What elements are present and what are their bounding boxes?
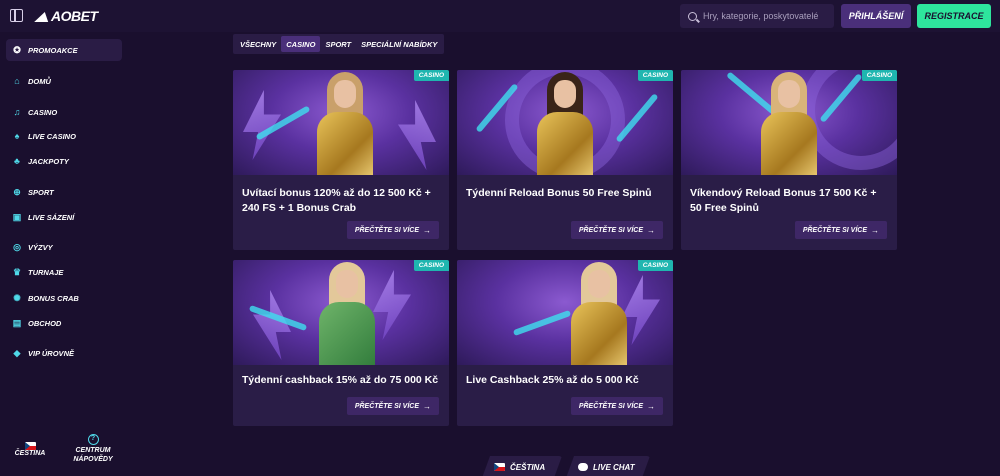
- top-header: AOBET PŘIHLÁŠENÍ REGISTRACE: [0, 0, 1000, 32]
- gift-icon: ✪: [13, 44, 21, 55]
- sidebar-item-sport[interactable]: ⊕ SPORT: [6, 181, 122, 203]
- live-icon: ▣: [12, 211, 22, 222]
- home-icon: ⌂: [14, 76, 20, 86]
- arrow-right-icon: →: [871, 225, 879, 235]
- sidebar-item-label: CASINO: [28, 107, 58, 117]
- chat-icon: [578, 463, 588, 471]
- read-more-button[interactable]: PŘEČTĚTE SI VÍCE →: [570, 221, 663, 239]
- shop-icon: ▤: [12, 317, 22, 328]
- czech-flag-icon: [24, 442, 36, 450]
- read-more-button[interactable]: PŘEČTĚTE SI VÍCE →: [346, 397, 439, 415]
- sidebar-item-label: VÝZVY: [28, 242, 53, 252]
- promo-filter-tabs: VŠECHNY CASINO SPORT SPECIÁLNÍ NABÍDKY: [233, 34, 445, 54]
- language-selector[interactable]: ČEŠTINA: [14, 442, 46, 457]
- sidebar-item-label: LIVE SÁZENÍ: [28, 212, 75, 222]
- sidebar-item-jackpoty[interactable]: ♣ JACKPOTY: [6, 150, 122, 172]
- promo-title: Víkendový Reload Bonus 17 500 Kč + 50 Fr…: [690, 187, 877, 214]
- promo-image: [681, 70, 897, 175]
- language-label: ČEŠTINA: [14, 450, 46, 457]
- tab-casino[interactable]: CASINO: [281, 36, 321, 52]
- category-badge: CASINO: [637, 260, 673, 271]
- medal-icon: ◎: [13, 241, 21, 252]
- search-box[interactable]: [680, 4, 834, 28]
- language-pill[interactable]: ČEŠTINA: [482, 456, 562, 476]
- sidebar-toggle-icon[interactable]: [10, 9, 23, 22]
- controller-icon: ⊕: [13, 186, 21, 197]
- search-input[interactable]: [703, 11, 833, 21]
- promo-image: [233, 70, 449, 175]
- music-note-icon: ♫: [13, 107, 21, 117]
- category-badge: CASINO: [637, 70, 673, 81]
- logo-mark-icon: [34, 12, 52, 22]
- login-button[interactable]: PŘIHLÁŠENÍ: [841, 4, 911, 28]
- promo-image: [233, 260, 449, 365]
- promo-card[interactable]: CASINO Live Cashback 25% až do 5 000 Kč …: [457, 260, 673, 426]
- logo[interactable]: AOBET: [34, 8, 98, 24]
- sidebar-item-label: LIVE CASINO: [28, 131, 76, 141]
- sidebar-item-label: VIP ÚROVNĚ: [28, 348, 74, 358]
- sidebar-item-label: PROMOAKCE: [28, 45, 78, 55]
- sidebar-item-turnaje[interactable]: ♛ TURNAJE: [6, 261, 122, 283]
- sidebar-footer: ČEŠTINA ? CENTRUM NÁPOVĚDY: [0, 432, 124, 476]
- sidebar-item-label: SPORT: [28, 187, 54, 197]
- tab-specialni-nabidky[interactable]: SPECIÁLNÍ NABÍDKY: [356, 36, 442, 52]
- promo-image: [457, 260, 673, 365]
- sidebar-item-label: JACKPOTY: [28, 156, 69, 166]
- sidebar-item-label: OBCHOD: [28, 318, 62, 328]
- live-chat-label: LIVE CHAT: [593, 462, 635, 472]
- arrow-right-icon: →: [423, 225, 431, 235]
- live-chat-button[interactable]: LIVE CHAT: [566, 456, 650, 476]
- help-center-link[interactable]: ? CENTRUM NÁPOVĚDY: [68, 434, 118, 464]
- arrow-right-icon: →: [647, 225, 655, 235]
- promo-title: Uvítací bonus 120% až do 12 500 Kč + 240…: [242, 187, 431, 214]
- promo-title: Týdenní Reload Bonus 50 Free Spinů: [466, 187, 652, 199]
- register-button[interactable]: REGISTRACE: [917, 4, 991, 28]
- czech-flag-icon: [494, 463, 505, 471]
- sidebar-item-live-sazeni[interactable]: ▣ LIVE SÁZENÍ: [6, 206, 122, 228]
- crab-icon: ✺: [13, 292, 21, 303]
- sidebar-item-obchod[interactable]: ▤ OBCHOD: [6, 312, 122, 334]
- clover-icon: ♣: [14, 156, 20, 166]
- language-pill-label: ČEŠTINA: [510, 462, 546, 472]
- read-more-button[interactable]: PŘEČTĚTE SI VÍCE →: [794, 221, 887, 239]
- sidebar-item-live-casino[interactable]: ♠ LIVE CASINO: [6, 125, 122, 147]
- help-center-label: CENTRUM NÁPOVĚDY: [73, 447, 113, 463]
- promo-card[interactable]: CASINO Týdenní Reload Bonus 50 Free Spin…: [457, 70, 673, 250]
- arrow-right-icon: →: [423, 401, 431, 411]
- diamond-icon: ◆: [13, 347, 21, 358]
- arrow-right-icon: →: [647, 401, 655, 411]
- tab-vsechny[interactable]: VŠECHNY: [235, 36, 281, 52]
- read-more-button[interactable]: PŘEČTĚTE SI VÍCE →: [570, 397, 663, 415]
- category-badge: CASINO: [413, 260, 449, 271]
- promo-title: Týdenní cashback 15% až do 75 000 Kč: [242, 374, 439, 386]
- promo-card[interactable]: CASINO Víkendový Reload Bonus 17 500 Kč …: [681, 70, 897, 250]
- sidebar-item-vip-urovne[interactable]: ◆ VIP ÚROVNĚ: [6, 342, 122, 364]
- promo-title: Live Cashback 25% až do 5 000 Kč: [466, 374, 639, 386]
- sidebar-item-casino[interactable]: ♫ CASINO: [6, 101, 122, 123]
- sidebar-item-bonus-crab[interactable]: ✺ BONUS CRAB: [6, 287, 122, 309]
- promo-card[interactable]: CASINO Uvítací bonus 120% až do 12 500 K…: [233, 70, 449, 250]
- sidebar-item-promoakce[interactable]: ✪ PROMOAKCE: [6, 39, 122, 61]
- sidebar: ✪ PROMOAKCE ⌂ DOMŮ ♫ CASINO ♠ LIVE CASINO ♣ J…: [0, 32, 124, 476]
- cards-icon: ♠: [14, 131, 20, 141]
- sidebar-item-label: TURNAJE: [28, 267, 64, 277]
- promo-card[interactable]: CASINO Týdenní cashback 15% až do 75 000…: [233, 260, 449, 426]
- sidebar-item-vyzvy[interactable]: ◎ VÝZVY: [6, 236, 122, 258]
- sidebar-item-domu[interactable]: ⌂ DOMŮ: [6, 70, 122, 92]
- category-badge: CASINO: [413, 70, 449, 81]
- read-more-button[interactable]: PŘEČTĚTE SI VÍCE →: [346, 221, 439, 239]
- category-badge: CASINO: [861, 70, 897, 81]
- help-icon: ?: [87, 434, 99, 445]
- sidebar-item-label: DOMŮ: [28, 76, 51, 86]
- promo-image: [457, 70, 673, 175]
- sidebar-item-label: BONUS CRAB: [28, 293, 79, 303]
- search-icon: [688, 11, 697, 21]
- tab-sport[interactable]: SPORT: [320, 36, 356, 52]
- trophy-icon: ♛: [12, 266, 22, 277]
- logo-text: AOBET: [51, 8, 98, 24]
